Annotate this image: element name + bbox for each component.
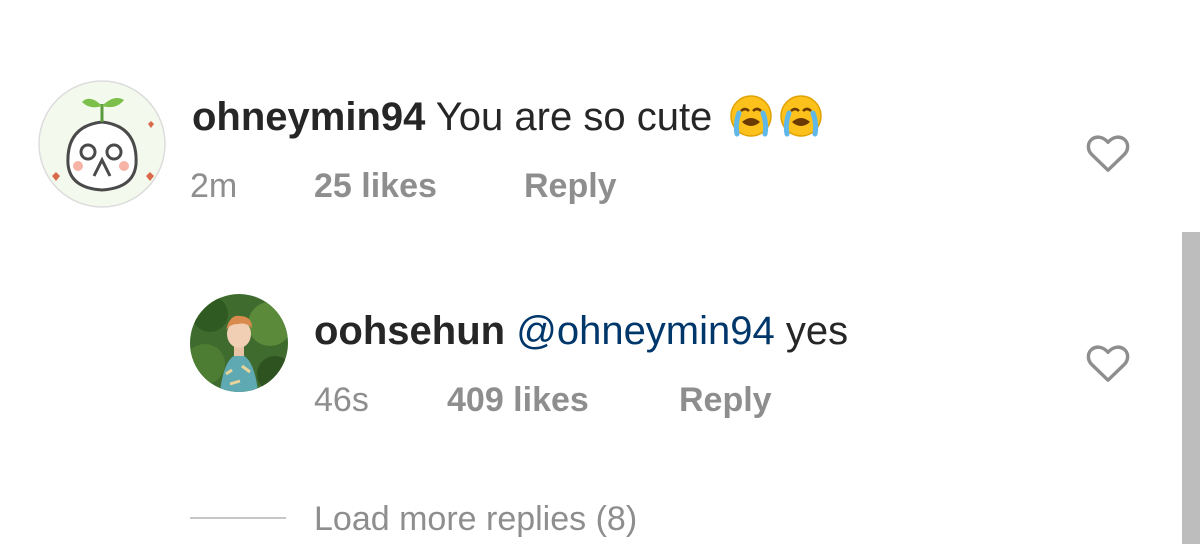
mention-link[interactable]: @ohneymin94 (516, 309, 775, 353)
comment-text: ohneymin94 You are so cute (192, 94, 823, 140)
comment-meta: 46s 409 likes Reply (314, 380, 834, 422)
loudly-crying-face-emoji-icon (729, 94, 773, 138)
comment-username[interactable]: oohsehun (314, 309, 505, 353)
reply-button[interactable]: Reply (679, 380, 772, 420)
reply-button[interactable]: Reply (524, 166, 617, 206)
comment-body: You are so cute (435, 95, 713, 139)
comment-time: 2m (190, 167, 238, 205)
scrollbar[interactable] (1182, 232, 1200, 544)
like-button[interactable] (1085, 132, 1131, 174)
reply-text: oohsehun @ohneymin94 yes (314, 308, 848, 354)
comment-body: yes (785, 309, 849, 353)
load-more-replies-button[interactable]: Load more replies (8) (314, 497, 637, 541)
like-button[interactable] (1085, 342, 1131, 384)
comment-meta: 2m 25 likes Reply (190, 166, 690, 208)
avatar[interactable] (38, 80, 166, 208)
comment-time: 46s (314, 381, 369, 419)
heart-outline-icon (1086, 135, 1130, 172)
likes-count[interactable]: 25 likes (314, 166, 437, 206)
loudly-crying-face-emoji-icon (779, 94, 823, 138)
avatar[interactable] (190, 294, 288, 392)
likes-count[interactable]: 409 likes (447, 380, 589, 420)
divider-line (190, 517, 286, 519)
profile-photo-icon (190, 294, 288, 392)
comment-username[interactable]: ohneymin94 (192, 95, 425, 139)
heart-outline-icon (1086, 345, 1130, 382)
cartoon-sprout-avatar-icon (38, 80, 166, 208)
